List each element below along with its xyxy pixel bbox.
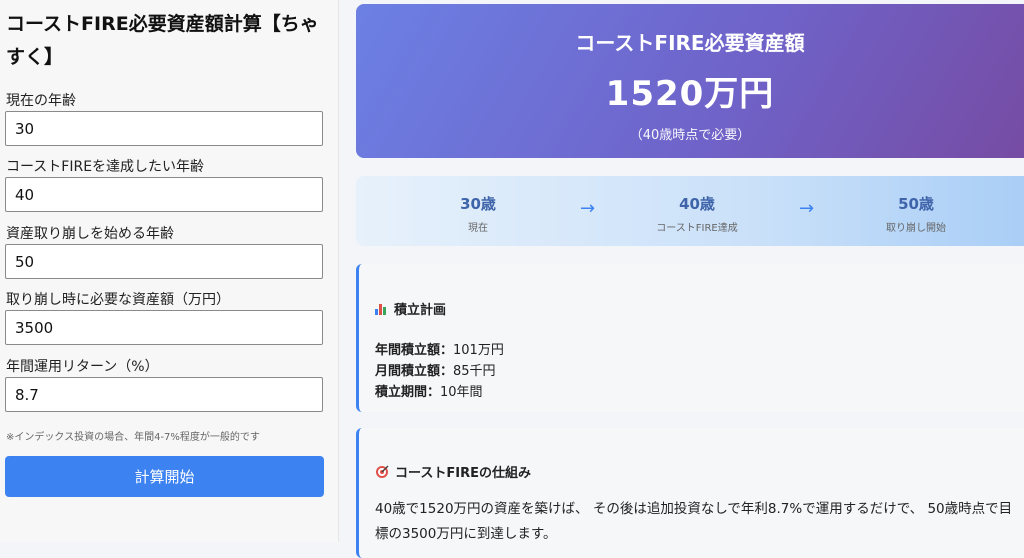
mechanism-title: コーストFIREの仕組み [375,462,531,481]
calculator-form-panel: コーストFIRE必要資産額計算【ちゃすく】 現在の年齢 コーストFIREを達成し… [0,0,339,542]
savings-plan-title-text: 積立計画 [394,303,447,318]
app-title: コーストFIRE必要資産額計算【ちゃすく】 [6,13,319,68]
annual-return-input[interactable] [5,377,323,412]
monthly-contribution-value: 85千円 [453,364,496,379]
mechanism-title-text: コーストFIREの仕組み [395,466,531,481]
arrow-right-icon: → [799,198,815,219]
annual-contribution-value: 101万円 [453,343,504,358]
withdraw-age-label: 資産取り崩しを始める年齢 [6,226,174,242]
timeline-age-coast-fire: 40歳 [679,195,715,213]
monthly-contribution-line: 月間積立額：85千円 [375,360,496,379]
savings-plan-title: 積立計画 [375,299,446,318]
annual-return-label: 年間運用リターン（%） [6,359,159,375]
timeline-caption-current: 現在 [468,223,488,234]
return-hint-note: ※インデックス投資の場合、年間4-7%程度が一般的です [6,432,260,443]
target-icon [376,465,389,478]
required-assets-label: 取り崩し時に必要な資産額（万円） [6,292,230,308]
calculate-button[interactable]: 計算開始 [5,456,324,497]
contribution-period-label: 積立期間： [375,385,441,400]
monthly-contribution-label: 月間積立額： [375,364,454,379]
timeline-caption-coast-fire: コーストFIRE達成 [656,223,738,234]
coast-fire-age-label: コーストFIREを達成したい年齢 [6,159,205,175]
timeline-age-withdraw: 50歳 [898,195,934,213]
result-amount: 1520万円 [605,74,775,114]
contribution-period-line: 積立期間：10年間 [375,381,483,400]
age-timeline: 30歳 現在 → 40歳 コーストFIRE達成 → 50歳 取り崩し開始 [356,176,1024,246]
current-age-label: 現在の年齢 [6,93,76,109]
savings-plan-card: 積立計画 年間積立額：101万円 月間積立額：85千円 積立期間：10年間 [356,264,1024,412]
required-assets-input[interactable] [5,310,323,345]
annual-contribution-line: 年間積立額：101万円 [375,339,504,358]
result-subtitle: （40歳時点で必要） [629,128,751,143]
result-card: コーストFIRE必要資産額 1520万円 （40歳時点で必要） [356,4,1024,158]
coast-fire-age-input[interactable] [5,177,323,212]
current-age-input[interactable] [5,111,323,146]
withdraw-age-input[interactable] [5,244,323,279]
contribution-period-value: 10年間 [440,385,483,400]
mechanism-description: 40歳で1520万円の資産を築けば、 その後は追加投資なしで年利8.7%で運用す… [375,501,1013,542]
timeline-age-current: 30歳 [460,195,496,213]
bar-chart-icon [375,302,388,315]
annual-contribution-label: 年間積立額： [375,343,454,358]
mechanism-card: コーストFIREの仕組み 40歳で1520万円の資産を築けば、 その後は追加投資… [356,428,1024,558]
arrow-right-icon: → [580,198,596,219]
timeline-caption-withdraw: 取り崩し開始 [886,223,946,234]
result-title: コーストFIRE必要資産額 [575,31,805,55]
